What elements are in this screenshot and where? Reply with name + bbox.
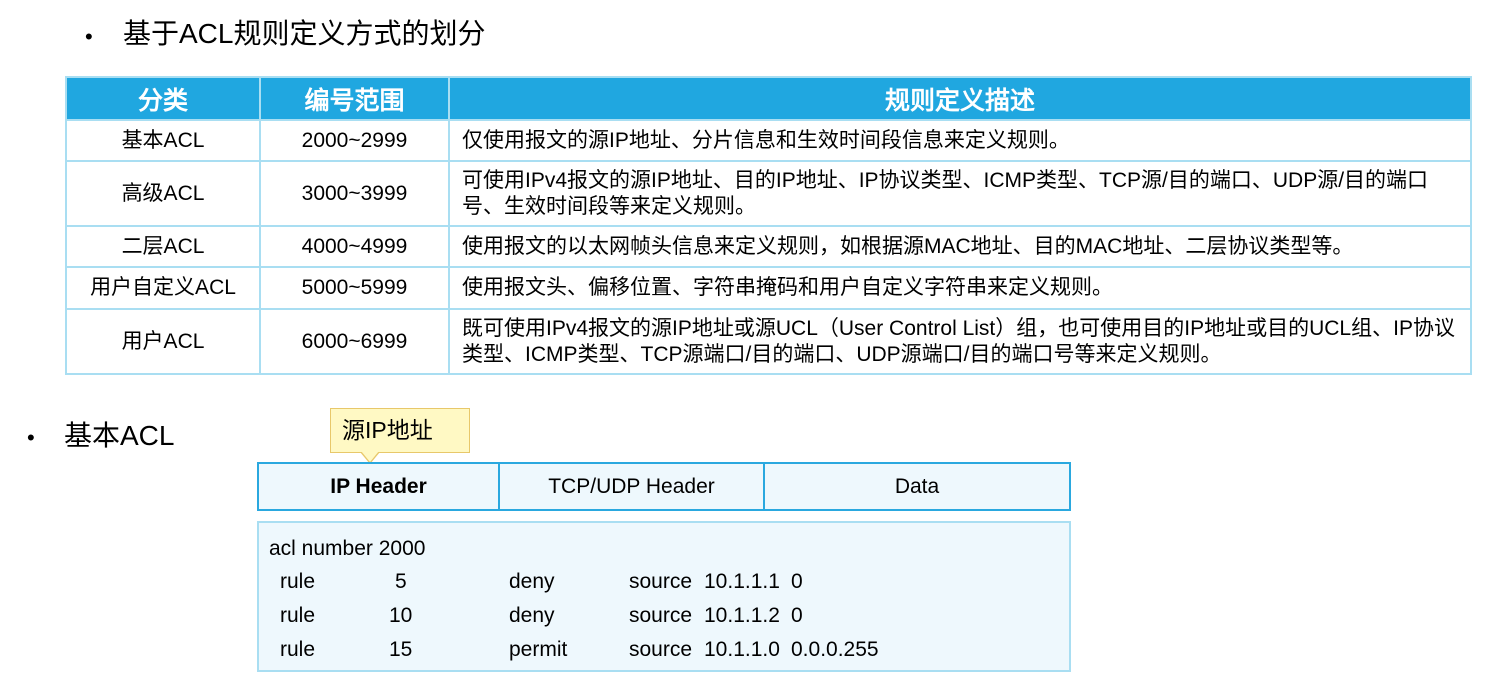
rule-wildcard: 0.0.0.255 bbox=[791, 638, 879, 661]
callout-pointer-fill bbox=[361, 451, 379, 462]
cell-category: 用户自定义ACL bbox=[65, 266, 261, 310]
cell-range: 4000~4999 bbox=[259, 225, 450, 268]
rule-action: deny bbox=[509, 604, 555, 627]
acl-classification-table: 分类 编号范围 规则定义描述 基本ACL 2000~2999 仅使用报文的源IP… bbox=[65, 76, 1472, 375]
cell-category: 高级ACL bbox=[65, 160, 261, 227]
cell-category: 基本ACL bbox=[65, 119, 261, 162]
acl-config-box: acl number 2000 rule 5 deny source 10.1.… bbox=[257, 521, 1071, 672]
rule-wildcard: 0 bbox=[791, 604, 803, 627]
packet-segment-tcp-udp-header: TCP/UDP Header bbox=[500, 464, 765, 509]
packet-segment-data: Data bbox=[894, 474, 940, 498]
packet-segment-ip-header: IP Header bbox=[259, 464, 500, 509]
rule-source-keyword: source bbox=[629, 604, 693, 627]
cell-category: 二层ACL bbox=[65, 225, 261, 268]
rule-id: 10 bbox=[389, 604, 413, 627]
rule-source-keyword: source bbox=[629, 638, 693, 661]
acl-number-line: acl number 2000 bbox=[269, 537, 426, 560]
cell-description: 仅使用报文的源IP地址、分片信息和生效时间段信息来定义规则。 bbox=[448, 119, 1472, 162]
cell-range: 5000~5999 bbox=[259, 266, 450, 310]
column-header-category: 分类 bbox=[65, 76, 261, 121]
rule-address: 10.1.1.0 bbox=[704, 638, 780, 661]
cell-category: 用户ACL bbox=[65, 308, 261, 375]
cell-range: 6000~6999 bbox=[259, 308, 450, 375]
cell-range: 2000~2999 bbox=[259, 119, 450, 162]
column-header-range: 编号范围 bbox=[259, 76, 450, 121]
rule-id: 15 bbox=[389, 638, 413, 661]
cell-range: 3000~3999 bbox=[259, 160, 450, 227]
table-row: 高级ACL 3000~3999 可使用IPv4报文的源IP地址、目的IP地址、I… bbox=[65, 160, 1472, 227]
rule-keyword: rule bbox=[280, 570, 316, 593]
table-header-row: 分类 编号范围 规则定义描述 bbox=[65, 76, 1472, 121]
section1-bullet: • bbox=[85, 24, 93, 49]
cell-description: 既可使用IPv4报文的源IP地址或源UCL（User Control List）… bbox=[448, 308, 1472, 375]
rule-action: permit bbox=[509, 638, 568, 661]
source-ip-callout: 源IP地址 bbox=[330, 408, 470, 453]
packet-structure: IP Header TCP/UDP Header Data bbox=[257, 462, 1071, 511]
rule-address: 10.1.1.1 bbox=[704, 570, 780, 593]
table-row: 二层ACL 4000~4999 使用报文的以太网帧头信息来定义规则，如根据源MA… bbox=[65, 225, 1472, 268]
rule-wildcard: 0 bbox=[791, 570, 803, 593]
rule-address: 10.1.1.2 bbox=[704, 604, 780, 627]
column-header-description: 规则定义描述 bbox=[448, 76, 1472, 121]
section2-bullet: • bbox=[27, 425, 35, 450]
rule-keyword: rule bbox=[280, 638, 316, 661]
table-row: 用户自定义ACL 5000~5999 使用报文头、偏移位置、字符串掩码和用户自定… bbox=[65, 266, 1472, 310]
table-row: 基本ACL 2000~2999 仅使用报文的源IP地址、分片信息和生效时间段信息… bbox=[65, 119, 1472, 162]
section2-title: 基本ACL bbox=[64, 420, 175, 451]
cell-description: 使用报文的以太网帧头信息来定义规则，如根据源MAC地址、目的MAC地址、二层协议… bbox=[448, 225, 1472, 268]
rule-keyword: rule bbox=[280, 604, 316, 627]
rule-action: deny bbox=[509, 570, 555, 593]
cell-description: 使用报文头、偏移位置、字符串掩码和用户自定义字符串来定义规则。 bbox=[448, 266, 1472, 310]
rule-source-keyword: source bbox=[629, 570, 693, 593]
rule-id: 5 bbox=[395, 570, 407, 593]
cell-description: 可使用IPv4报文的源IP地址、目的IP地址、IP协议类型、ICMP类型、TCP… bbox=[448, 160, 1472, 227]
table-row: 用户ACL 6000~6999 既可使用IPv4报文的源IP地址或源UCL（Us… bbox=[65, 308, 1472, 375]
section1-title: 基于ACL规则定义方式的划分 bbox=[123, 18, 486, 49]
